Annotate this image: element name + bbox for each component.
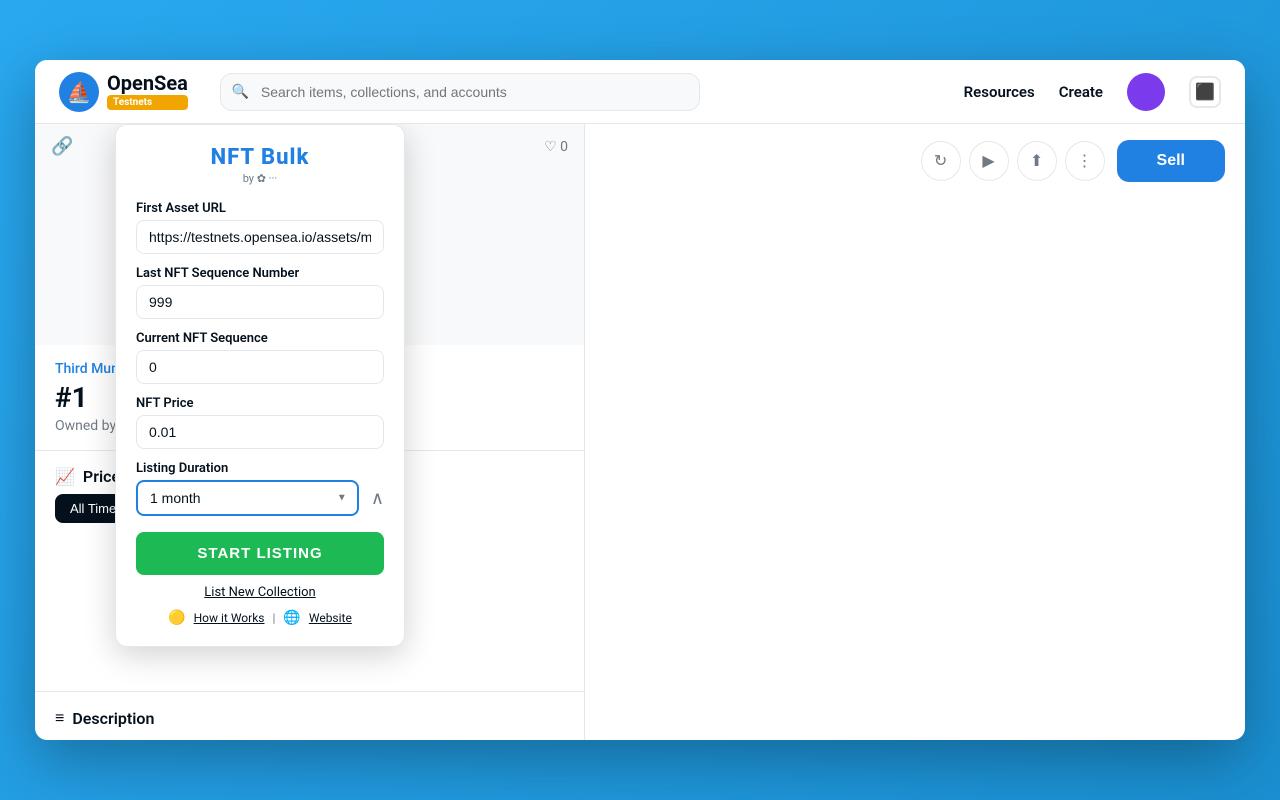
current-nft-seq-group: Current NFT Sequence	[136, 331, 384, 384]
search-input[interactable]	[220, 73, 700, 111]
description-section: ≡ Description A short description of NFT…	[35, 692, 584, 740]
opensea-logo: ⛵ OpenSea Testnets	[59, 72, 188, 112]
list-new-collection-link[interactable]: List New Collection	[136, 585, 384, 600]
first-asset-url-group: First Asset URL	[136, 201, 384, 254]
last-nft-seq-input[interactable]	[136, 285, 384, 319]
header-right: Resources Create ⬛	[964, 73, 1221, 111]
listing-duration-label: Listing Duration	[136, 461, 384, 476]
nft-price-label: NFT Price	[136, 396, 384, 411]
bulk-subtitle: by ✿ ···	[136, 172, 384, 185]
duration-chevron-up-icon[interactable]: ∧	[371, 488, 384, 509]
last-nft-seq-group: Last NFT Sequence Number	[136, 266, 384, 319]
bulk-header: NFT Bulk by ✿ ···	[136, 145, 384, 185]
listing-duration-select-wrapper: 1 day3 days1 week1 month3 months6 months	[136, 480, 359, 516]
more-button[interactable]: ⋮	[1065, 141, 1105, 181]
refresh-button[interactable]: ↻	[921, 141, 961, 181]
current-nft-seq-input[interactable]	[136, 350, 384, 384]
opensea-icon: ⛵	[59, 72, 99, 112]
nft-bulk-overlay: NFT Bulk by ✿ ··· First Asset URL Last N…	[115, 124, 405, 647]
current-nft-seq-label: Current NFT Sequence	[136, 331, 384, 346]
how-it-works-emoji: 🟡	[168, 610, 185, 626]
search-bar[interactable]: 🔍	[220, 73, 700, 111]
nft-price-input[interactable]	[136, 415, 384, 449]
action-icons: ↻ ▶ ⬆ ⋮	[921, 141, 1105, 181]
browser-window: ⛵ OpenSea Testnets 🔍 Resources Create ⬛ …	[35, 60, 1245, 740]
first-asset-url-label: First Asset URL	[136, 201, 384, 216]
opensea-header: ⛵ OpenSea Testnets 🔍 Resources Create ⬛	[35, 60, 1245, 124]
play-button[interactable]: ▶	[969, 141, 1009, 181]
wallet-icon[interactable]: ⬛	[1189, 76, 1221, 108]
main-content: 🔗 ♡ 0 Third Mumbai #1 Owned by you	[35, 124, 1245, 740]
user-avatar[interactable]	[1127, 73, 1165, 111]
footer-separator: |	[272, 611, 275, 625]
bulk-title: NFT Bulk	[136, 145, 384, 170]
listing-duration-group: Listing Duration 1 day3 days1 week1 mont…	[136, 461, 384, 516]
testnets-badge: Testnets	[107, 95, 188, 110]
sell-bar: ↻ ▶ ⬆ ⋮ Sell	[585, 124, 1245, 198]
nft-price-group: NFT Price	[136, 396, 384, 449]
nav-create[interactable]: Create	[1059, 83, 1103, 101]
how-it-works-link[interactable]: How it Works	[194, 611, 265, 625]
favorite-icon[interactable]: ♡ 0	[544, 139, 568, 155]
link-icon[interactable]: 🔗	[51, 136, 73, 157]
description-icon: ≡	[55, 708, 64, 728]
share-button[interactable]: ⬆	[1017, 141, 1057, 181]
opensea-logo-text: OpenSea	[107, 73, 188, 93]
listing-duration-select[interactable]: 1 day3 days1 week1 month3 months6 months	[136, 480, 359, 516]
bulk-footer: 🟡 How it Works | 🌐 Website	[136, 610, 384, 626]
price-history-icon: 📈	[55, 467, 75, 486]
search-icon: 🔍	[232, 84, 249, 100]
description-header: ≡ Description	[55, 708, 564, 728]
start-listing-button[interactable]: START LISTING	[136, 532, 384, 575]
website-emoji: 🌐	[283, 610, 300, 626]
sell-button[interactable]: Sell	[1117, 140, 1225, 182]
website-link[interactable]: Website	[309, 611, 352, 625]
nav-resources[interactable]: Resources	[964, 83, 1035, 101]
first-asset-url-input[interactable]	[136, 220, 384, 254]
right-panel: ↻ ▶ ⬆ ⋮ Sell	[585, 124, 1245, 740]
last-nft-seq-label: Last NFT Sequence Number	[136, 266, 384, 281]
listing-duration-row: 1 day3 days1 week1 month3 months6 months…	[136, 480, 384, 516]
description-label: Description	[72, 709, 154, 728]
